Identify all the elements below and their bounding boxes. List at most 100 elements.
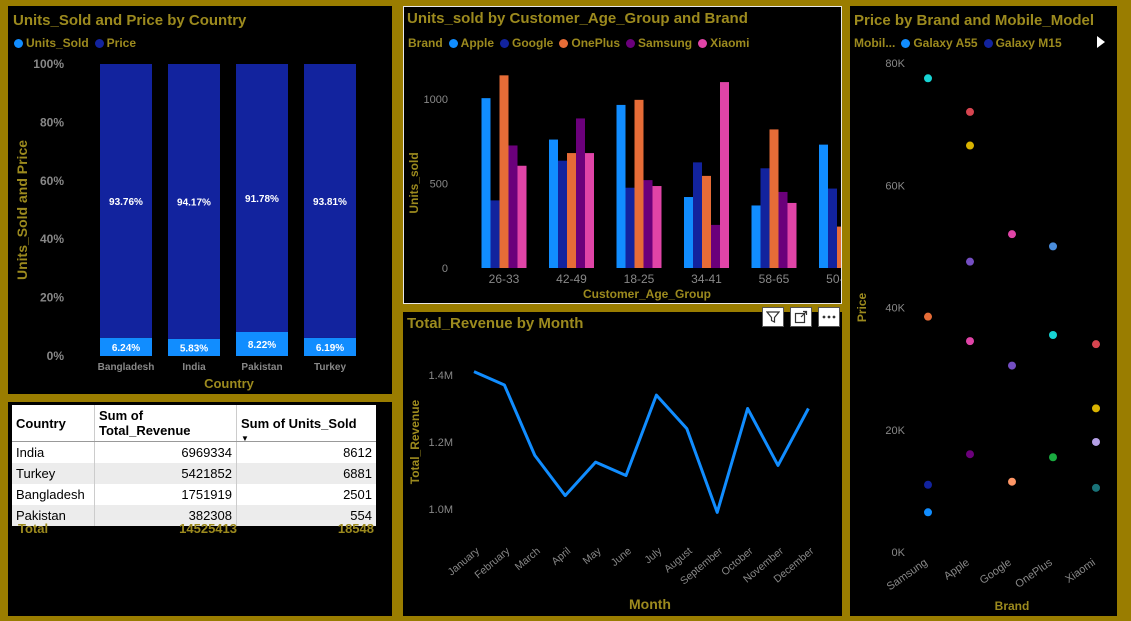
bar-apple[interactable]	[684, 197, 693, 268]
units-price-by-country-panel[interactable]: Units_Sold and Price by Country Units_So…	[8, 6, 392, 394]
bar-apple[interactable]	[616, 104, 626, 268]
sort-desc-icon[interactable]: ▼	[241, 434, 249, 443]
bar-apple[interactable]	[549, 139, 558, 268]
scatter-point[interactable]	[1008, 230, 1016, 239]
scatter-point[interactable]	[966, 337, 974, 346]
total-label: Total	[18, 521, 49, 536]
scatter-point[interactable]	[924, 480, 932, 489]
cell-country: India	[12, 441, 95, 463]
scatter-point[interactable]	[1008, 361, 1016, 370]
x-axis-title: Customer_Age_Group	[583, 287, 711, 301]
x-tick-label: 42-49	[556, 272, 587, 286]
scatter-point[interactable]	[1008, 477, 1016, 486]
bar-google[interactable]	[828, 188, 837, 268]
scatter-point[interactable]	[966, 257, 974, 266]
stacked-bar-chart[interactable]: 100% 80% 60% 40% 20% 0% Units_Sold and Price Co…	[8, 6, 392, 394]
revenue-table-panel[interactable]: Country Sum of Total_Revenue Sum of Unit…	[8, 402, 392, 616]
bar-google[interactable]	[558, 160, 567, 268]
scatter-point[interactable]	[966, 450, 974, 459]
scatter-point[interactable]	[966, 107, 974, 116]
bar-oneplus[interactable]	[702, 175, 711, 268]
y-tick-label: 100%	[33, 57, 64, 71]
y-tick-label: 0	[442, 263, 448, 275]
y-tick-label: 80K	[885, 58, 905, 70]
units-by-age-brand-panel[interactable]: Units_sold by Customer_Age_Group and Bra…	[403, 6, 842, 304]
bar-oneplus[interactable]	[567, 153, 576, 268]
clustered-bar-chart[interactable]: 1000 500 0 Units_sold Customer_Age_Group 26-3…	[404, 7, 841, 303]
x-axis-title: Country	[204, 376, 255, 391]
focus-mode-icon[interactable]	[790, 307, 812, 327]
bar-xiaomi[interactable]	[585, 153, 594, 268]
bar-xiaomi[interactable]	[787, 202, 797, 268]
bar-xiaomi[interactable]	[652, 186, 662, 268]
x-axis-title: Month	[629, 596, 671, 612]
y-tick-label: 20%	[40, 291, 64, 305]
bar-samsung[interactable]	[508, 145, 518, 268]
bar-oneplus[interactable]	[634, 99, 644, 268]
cell-total-revenue: 5421852	[94, 463, 237, 484]
column-header-country[interactable]: Country	[12, 405, 95, 442]
x-tick-label: July	[642, 545, 665, 567]
data-label-units-sold: 8.22%	[248, 340, 276, 351]
bar-oneplus[interactable]	[837, 226, 841, 268]
column-header-total-revenue[interactable]: Sum of Total_Revenue	[94, 405, 237, 442]
y-tick-label: 60K	[885, 180, 905, 192]
column-header-units-sold[interactable]: Sum of Units_Sold ▼	[236, 405, 376, 443]
scatter-point[interactable]	[1049, 331, 1057, 340]
y-tick-label: 1.4M	[429, 370, 453, 382]
x-tick-label: Pakistan	[241, 362, 282, 373]
cell-total-revenue: 6969334	[94, 441, 237, 463]
bar-xiaomi[interactable]	[720, 82, 729, 268]
scatter-point[interactable]	[1049, 242, 1057, 251]
line-chart[interactable]: 1.4M1.2M1.0MTotal_RevenueMonthJanuaryFeb…	[403, 312, 842, 616]
scatter-point[interactable]	[1092, 404, 1100, 413]
x-tick-label: Apple	[942, 557, 972, 583]
cell-units-sold: 8612	[343, 445, 372, 460]
scatter-point[interactable]	[924, 312, 932, 321]
revenue-line[interactable]	[473, 370, 810, 514]
x-tick-label: Bangladesh	[98, 362, 155, 373]
bar-google[interactable]	[760, 168, 770, 268]
data-label-units-sold: 5.83%	[180, 343, 208, 354]
bar-apple[interactable]	[751, 205, 761, 268]
bar-samsung[interactable]	[778, 191, 788, 268]
bar-apple[interactable]	[481, 98, 491, 268]
scatter-chart[interactable]: 80K 60K 40K 20K 0K Price Brand Samsung Apple Goog…	[850, 6, 1117, 616]
bar-xiaomi[interactable]	[517, 165, 527, 268]
scatter-point[interactable]	[1092, 340, 1100, 349]
x-tick-label: March	[513, 545, 543, 573]
more-options-icon[interactable]	[818, 307, 840, 327]
total-units-sold: 18548	[337, 521, 374, 536]
bar-samsung[interactable]	[711, 224, 720, 268]
scatter-point[interactable]	[1092, 483, 1100, 492]
bar-apple[interactable]	[819, 144, 828, 268]
bar-samsung[interactable]	[643, 180, 653, 268]
scatter-point[interactable]	[924, 74, 932, 83]
column-header-label: Sum of Units_Sold	[241, 415, 357, 431]
x-tick-label: Xiaomi	[1063, 557, 1097, 586]
data-label-units-sold: 6.24%	[112, 343, 140, 354]
table-row[interactable]: India 6969334 8612	[12, 441, 376, 463]
y-tick-label: 80%	[40, 115, 64, 129]
price-by-brand-model-panel[interactable]: Price by Brand and Mobile_Model Mobil...…	[850, 6, 1117, 616]
filter-icon[interactable]	[762, 307, 784, 327]
y-tick-label: 0%	[47, 349, 65, 363]
y-tick-label: 1000	[424, 94, 448, 106]
bar-oneplus[interactable]	[499, 75, 509, 268]
bar-samsung[interactable]	[576, 118, 585, 268]
x-tick-label: 18-25	[624, 272, 655, 286]
scatter-point[interactable]	[924, 508, 932, 517]
scatter-point[interactable]	[1092, 437, 1100, 446]
bar-google[interactable]	[693, 162, 702, 268]
scatter-point[interactable]	[1049, 453, 1057, 462]
scatter-point[interactable]	[966, 141, 974, 150]
bar-oneplus[interactable]	[769, 129, 779, 268]
revenue-table[interactable]: Country Sum of Total_Revenue Sum of Unit…	[12, 405, 376, 526]
bar-google[interactable]	[490, 200, 500, 268]
revenue-by-month-panel[interactable]: Total_Revenue by Month 1.4M 1.2M 1.0M Total…	[403, 312, 842, 616]
bar-google[interactable]	[625, 187, 635, 268]
table-row[interactable]: Turkey 5421852 6881	[12, 463, 376, 484]
table-body-wrap: Country Sum of Total_Revenue Sum of Unit…	[12, 405, 376, 526]
y-tick-label: 60%	[40, 174, 64, 188]
table-row[interactable]: Bangladesh 1751919 2501	[12, 484, 376, 505]
